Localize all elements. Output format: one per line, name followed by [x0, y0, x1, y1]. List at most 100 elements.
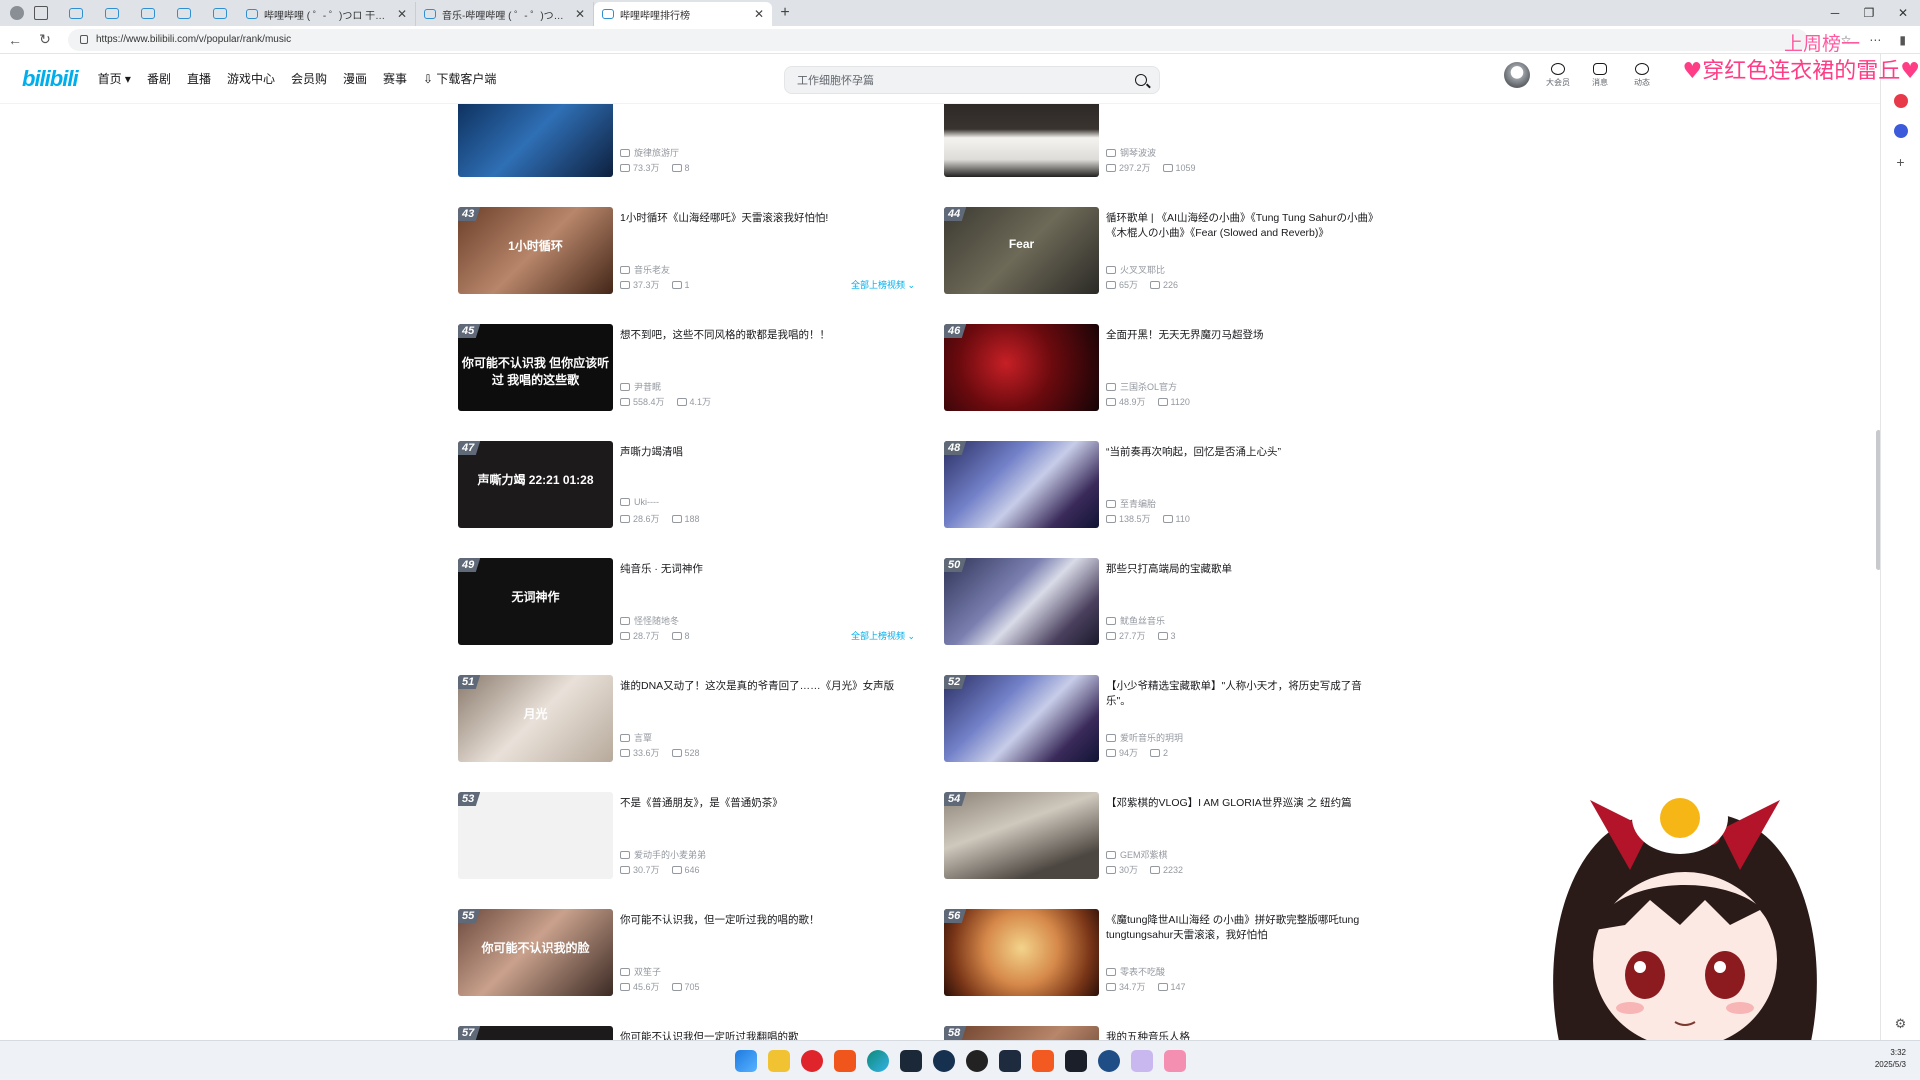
nav-mall[interactable]: 会员购: [291, 70, 327, 87]
video-card[interactable]: Fear 44 循环歌单 | 《AI山海经の小曲》《Tung Tung Sahurの…: [944, 207, 1404, 305]
video-thumbnail[interactable]: 你可能不认识我 但你应该听过 我唱的这些歌 45: [458, 324, 613, 411]
video-title[interactable]: 你可能不认识我，但一定听过我的唱的歌！: [620, 913, 900, 928]
close-icon[interactable]: ✕: [575, 7, 585, 21]
close-icon[interactable]: ✕: [754, 7, 764, 21]
nav-download-client[interactable]: ⇩ 下载客户端: [423, 70, 496, 87]
video-title[interactable]: 【小少爷精选宝藏歌单】"人称小天才，将历史写成了音乐"。: [1106, 679, 1386, 709]
video-title[interactable]: 不是《普通朋友》，是《普通奶茶》: [620, 796, 900, 811]
uploader[interactable]: 怪怪随地冬: [620, 614, 679, 627]
windows-start-icon[interactable]: [734, 1049, 757, 1072]
minimize-button[interactable]: ─: [1818, 0, 1852, 26]
pinned-tab[interactable]: [58, 0, 94, 26]
browser-tab[interactable]: 音乐-哔哩哔哩 ( ゜- ゜)つロ 干杯~ ✕: [416, 2, 594, 26]
search-input[interactable]: 工作细胞怀孕篇: [797, 72, 874, 88]
taskbar-app-icon[interactable]: [899, 1049, 922, 1072]
maximize-button[interactable]: ❐: [1852, 0, 1886, 26]
pinned-tab[interactable]: [166, 0, 202, 26]
video-card[interactable]: 48 “当前奏再次响起，回忆是否涌上心头” 至青编胎 138.5万 110: [944, 441, 1404, 539]
uploader[interactable]: 至青编胎: [1106, 497, 1156, 510]
search-bar[interactable]: 工作细胞怀孕篇: [784, 66, 1160, 94]
video-thumbnail[interactable]: 46: [944, 324, 1099, 411]
video-thumbnail[interactable]: 56: [944, 909, 1099, 996]
taskbar-app-icon[interactable]: [1031, 1049, 1054, 1072]
video-card[interactable]: 邓紫棋:58 我的五种音乐人格: [944, 1026, 1404, 1040]
profile-icon[interactable]: [10, 6, 24, 20]
taskbar-app-icon[interactable]: [965, 1049, 988, 1072]
entry-message[interactable]: 消息: [1586, 62, 1614, 88]
pinned-tab[interactable]: [94, 0, 130, 26]
video-title[interactable]: 【邓紫棋的VLOG】I AM GLORIA世界巡演 之 纽约篇: [1106, 796, 1386, 811]
steam-icon[interactable]: [932, 1049, 955, 1072]
browser-tab-active[interactable]: 哔哩哔哩排行榜 ✕: [594, 2, 772, 26]
video-title[interactable]: 我的五种音乐人格: [1106, 1030, 1386, 1040]
uploader[interactable]: 旋律旅游厅: [620, 146, 679, 159]
video-thumbnail[interactable]: [944, 104, 1099, 177]
nav-bangumi[interactable]: 番剧: [147, 70, 171, 87]
reload-button[interactable]: ↻: [30, 31, 60, 48]
uploader[interactable]: 零表不吃酸: [1106, 965, 1165, 978]
video-title[interactable]: 1小时循环《山海经哪吒》天雷滚滚我好怕怕!: [620, 211, 900, 226]
video-title[interactable]: 声嘶力竭清唱: [620, 445, 900, 460]
nav-home[interactable]: 首页 ▾: [98, 70, 131, 87]
video-card[interactable]: 57 你可能不认识我但一定听过我翻唱的歌: [458, 1026, 918, 1040]
video-thumbnail[interactable]: 你可能不认识我的脸 55: [458, 909, 613, 996]
taskbar-app-icon[interactable]: [998, 1049, 1021, 1072]
pinned-tab[interactable]: [202, 0, 238, 26]
video-thumbnail[interactable]: Fear 44: [944, 207, 1099, 294]
video-thumbnail[interactable]: 57: [458, 1026, 613, 1040]
video-title[interactable]: 你可能不认识我但一定听过我翻唱的歌: [620, 1030, 900, 1040]
video-card[interactable]: 54 【邓紫棋的VLOG】I AM GLORIA世界巡演 之 纽约篇 GEM邓紫棋 3…: [944, 792, 1404, 890]
uploader[interactable]: 音乐老友: [620, 263, 670, 276]
video-card[interactable]: 52 【小少爷精选宝藏歌单】"人称小天才，将历史写成了音乐"。 爱听音乐的玥玥 94万…: [944, 675, 1404, 773]
video-thumbnail[interactable]: [458, 104, 613, 177]
taskbar-app-icon[interactable]: [1163, 1049, 1186, 1072]
taskbar-app-icon[interactable]: [767, 1049, 790, 1072]
video-thumbnail[interactable]: 48: [944, 441, 1099, 528]
nav-game-center[interactable]: 游戏中心: [227, 70, 275, 87]
video-card[interactable]: 53 不是《普通朋友》，是《普通奶茶》 爱动手的小麦弟弟 30.7万 646: [458, 792, 918, 890]
video-thumbnail[interactable]: 1小时循环 43: [458, 207, 613, 294]
uploader[interactable]: 鱿鱼丝音乐: [1106, 614, 1165, 627]
url-field[interactable]: https://www.bilibili.com/v/popular/rank/…: [68, 28, 1808, 51]
video-title[interactable]: 谁的DNA又动了！这次是真的爷青回了……《月光》女声版: [620, 679, 900, 694]
video-card[interactable]: 钢琴波波 297.2万 1059: [944, 104, 1404, 188]
bilibili-logo[interactable]: bilibili: [22, 66, 79, 92]
video-thumbnail[interactable]: 50: [944, 558, 1099, 645]
video-card[interactable]: 你可能不认识我的脸 55 你可能不认识我，但一定听过我的唱的歌！ 双笙子 45.6万 70…: [458, 909, 918, 1007]
video-card[interactable]: 声嘶力竭 22:21 01:28 47 声嘶力竭清唱 Uki---- 28.6万 188: [458, 441, 918, 539]
sidebar-settings-icon[interactable]: ⚙: [1895, 1016, 1907, 1032]
back-button[interactable]: ←: [0, 32, 30, 48]
taskbar-app-icon[interactable]: [1130, 1049, 1153, 1072]
sidebar-add-icon[interactable]: +: [1896, 154, 1904, 170]
taskbar-app-icon[interactable]: [1064, 1049, 1087, 1072]
nav-live[interactable]: 直播: [187, 70, 211, 87]
pinned-tab[interactable]: [130, 0, 166, 26]
browser-tab[interactable]: 哔哩哔哩 ( ゜- ゜)つロ 干杯~-bilibi ✕: [238, 2, 416, 26]
uploader[interactable]: 言覃: [620, 731, 652, 744]
video-card[interactable]: 旋律旅游厅 73.3万 8: [458, 104, 918, 188]
new-tab-button[interactable]: +: [772, 4, 798, 22]
tab-actions-icon[interactable]: [34, 6, 48, 20]
uploader[interactable]: 双笙子: [620, 965, 661, 978]
steam-icon[interactable]: [1097, 1049, 1120, 1072]
video-title[interactable]: “当前奏再次响起，回忆是否涌上心头”: [1106, 445, 1386, 460]
system-clock[interactable]: 3:32 2025/5/3: [1875, 1047, 1906, 1071]
search-icon[interactable]: [1135, 74, 1147, 86]
video-thumbnail[interactable]: 声嘶力竭 22:21 01:28 47: [458, 441, 613, 528]
video-thumbnail[interactable]: 52: [944, 675, 1099, 762]
all-ranked-videos-link[interactable]: 全部上榜视频 ⌄: [851, 278, 915, 291]
uploader[interactable]: 爱动手的小麦弟弟: [620, 848, 706, 861]
video-card[interactable]: 56 《魔tung降世AI山海经 の小曲》拼好歌完整版哪吒tung tungtun…: [944, 909, 1404, 1007]
browser-profile-area[interactable]: [0, 0, 58, 26]
avatar[interactable]: [1504, 62, 1530, 88]
sidebar-app-icon[interactable]: [1893, 124, 1908, 138]
video-title[interactable]: 《魔tung降世AI山海经 の小曲》拼好歌完整版哪吒tung tungtungs…: [1106, 913, 1386, 943]
video-card[interactable]: 46 全面开黑！无天无界魔刃马超登场 三国杀OL官方 48.9万 1120: [944, 324, 1404, 422]
sidebar-app-icon[interactable]: [1893, 94, 1908, 108]
video-thumbnail[interactable]: 54: [944, 792, 1099, 879]
taskbar-app-icon[interactable]: [800, 1049, 823, 1072]
nav-esports[interactable]: 赛事: [383, 70, 407, 87]
video-title[interactable]: 全面开黑！无天无界魔刃马超登场: [1106, 328, 1386, 343]
video-thumbnail[interactable]: 53: [458, 792, 613, 879]
uploader[interactable]: GEM邓紫棋: [1106, 848, 1168, 861]
